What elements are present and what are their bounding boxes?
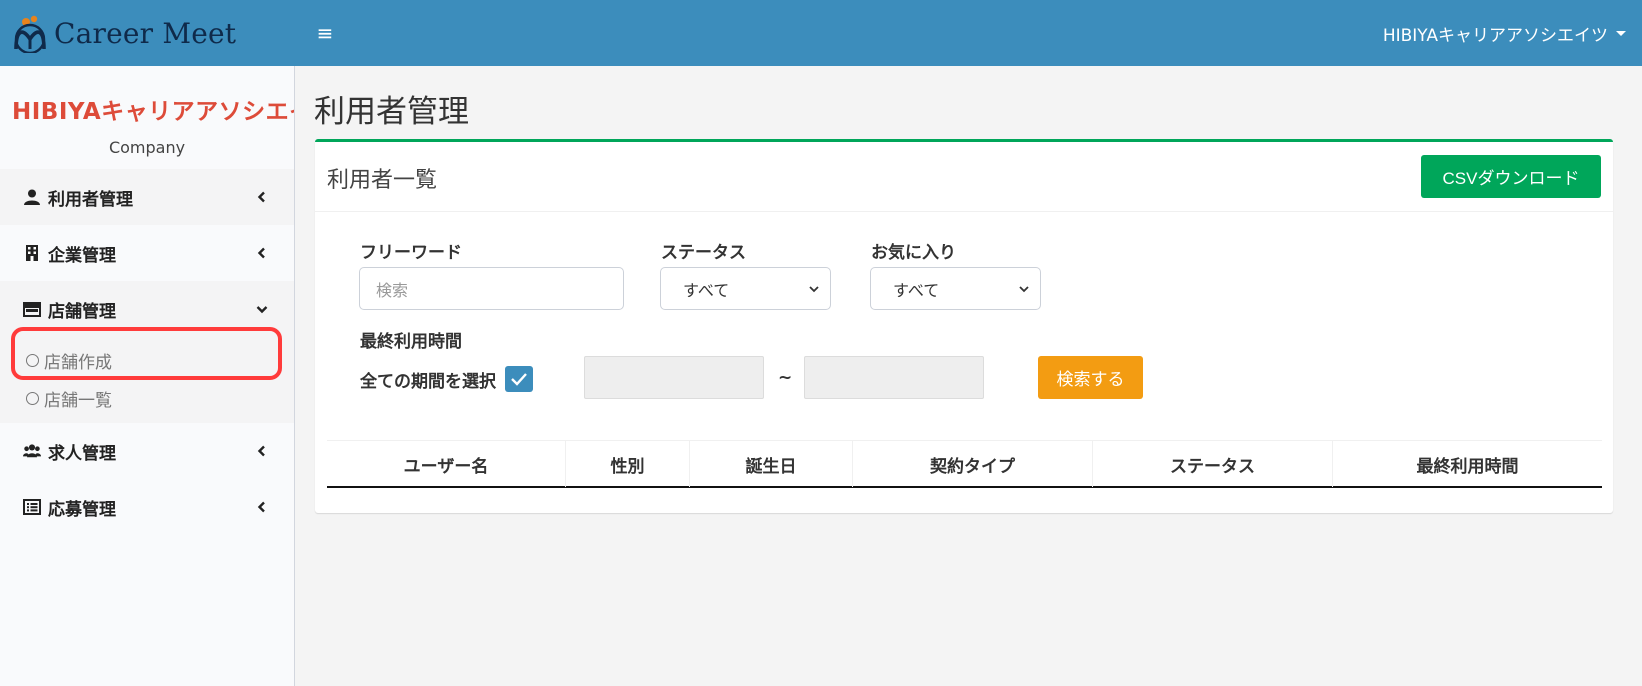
favorite-select[interactable]: すべて <box>870 267 1041 310</box>
sidebar-item-user-management[interactable]: 利用者管理 <box>0 169 294 225</box>
status-select[interactable]: すべて <box>660 267 831 310</box>
column-header-contract-type[interactable]: 契約タイプ <box>853 441 1093 487</box>
check-icon <box>511 373 527 386</box>
brand-logo[interactable]: Career Meet <box>0 0 295 66</box>
caret-down-icon <box>1616 30 1626 36</box>
search-button[interactable]: 検索する <box>1038 356 1143 399</box>
column-header-last-used[interactable]: 最終利用時間 <box>1333 441 1602 487</box>
date-from-input[interactable] <box>584 356 764 399</box>
user-icon <box>22 188 42 206</box>
free-word-placeholder: 検索 <box>376 280 409 300</box>
store-submenu: 店舗作成 店舗一覧 <box>0 337 294 423</box>
list-icon <box>22 498 42 516</box>
favorite-select-value: すべて <box>893 280 940 300</box>
free-word-label: フリーワード <box>360 243 462 263</box>
last-used-label: 最終利用時間 <box>360 332 462 352</box>
page-title: 利用者管理 <box>314 94 469 130</box>
chevron-down-icon <box>256 303 268 315</box>
sidebar-item-job-management[interactable]: 求人管理 <box>0 423 294 479</box>
all-period-checkbox[interactable] <box>505 366 533 392</box>
sidebar-item-label: 応募管理 <box>48 499 116 520</box>
favorite-label: お気に入り <box>871 243 956 263</box>
store-icon <box>22 300 42 318</box>
main-content: 利用者管理 利用者一覧 CSVダウンロード フリーワード 検索 ステータス すべ… <box>296 66 1642 686</box>
user-list-box: 利用者一覧 CSVダウンロード フリーワード 検索 ステータス すべて お気に入… <box>315 139 1613 513</box>
career-meet-logo-icon <box>12 13 48 55</box>
users-icon <box>22 442 42 460</box>
sidebar-item-label: 店舗管理 <box>48 301 116 322</box>
sidebar-item-label: 利用者管理 <box>48 189 133 210</box>
chevron-left-icon <box>256 501 268 513</box>
chevron-left-icon <box>256 445 268 457</box>
sidebar-subitem-label: 店舗作成 <box>44 352 112 373</box>
chevron-left-icon <box>256 247 268 259</box>
status-label: ステータス <box>661 243 746 263</box>
sidebar-item-application-management[interactable]: 応募管理 <box>0 479 294 535</box>
sidebar-company-type: Company <box>108 138 186 157</box>
column-header-username[interactable]: ユーザー名 <box>327 441 566 487</box>
column-header-birthday[interactable]: 誕生日 <box>690 441 853 487</box>
sidebar-menu: 利用者管理 企業管理 店舗管理 店舗作成 店舗一覧 求人管理 応募管理 <box>0 169 294 535</box>
date-to-input[interactable] <box>804 356 984 399</box>
chevron-down-icon <box>808 283 820 295</box>
status-select-value: すべて <box>683 280 730 300</box>
sidebar-item-company-management[interactable]: 企業管理 <box>0 225 294 281</box>
column-header-status[interactable]: ステータス <box>1093 441 1333 487</box>
column-header-gender[interactable]: 性別 <box>566 441 690 487</box>
user-menu-dropdown[interactable]: HIBIYAキャリアアソシエイツ <box>1383 0 1626 66</box>
user-table-header: ユーザー名 性別 誕生日 契約タイプ ステータス 最終利用時間 <box>327 440 1602 488</box>
sidebar-subitem-store-create[interactable]: 店舗作成 <box>0 341 294 379</box>
free-word-input[interactable]: 検索 <box>359 267 624 310</box>
sidebar-company-name: HIBIYAキャリアアソシエイツ <box>12 99 294 125</box>
sidebar-item-label: 求人管理 <box>48 443 116 464</box>
sidebar-subitem-label: 店舗一覧 <box>44 390 112 411</box>
sidebar: HIBIYAキャリアアソシエイツ Company 利用者管理 企業管理 <box>0 66 295 686</box>
all-period-label: 全ての期間を選択 <box>360 372 496 392</box>
sidebar-item-store-management[interactable]: 店舗管理 <box>0 281 294 337</box>
sidebar-item-label: 企業管理 <box>48 245 116 266</box>
chevron-left-icon <box>256 191 268 203</box>
csv-download-button[interactable]: CSVダウンロード <box>1421 155 1601 198</box>
sidebar-subitem-store-list[interactable]: 店舗一覧 <box>0 379 294 417</box>
building-icon <box>22 244 42 262</box>
box-title: 利用者一覧 <box>327 168 438 193</box>
circle-icon <box>26 391 39 405</box>
chevron-down-icon <box>1018 283 1030 295</box>
user-menu-label: HIBIYAキャリアアソシエイツ <box>1382 25 1608 46</box>
top-navbar: Career Meet ≡ HIBIYAキャリアアソシエイツ <box>0 0 1642 66</box>
sidebar-toggle-icon[interactable]: ≡ <box>313 0 337 66</box>
brand-name: Career Meet <box>54 16 237 50</box>
box-header: 利用者一覧 CSVダウンロード <box>315 142 1613 212</box>
circle-icon <box>26 353 39 367</box>
date-range-separator: ~ <box>778 368 793 388</box>
